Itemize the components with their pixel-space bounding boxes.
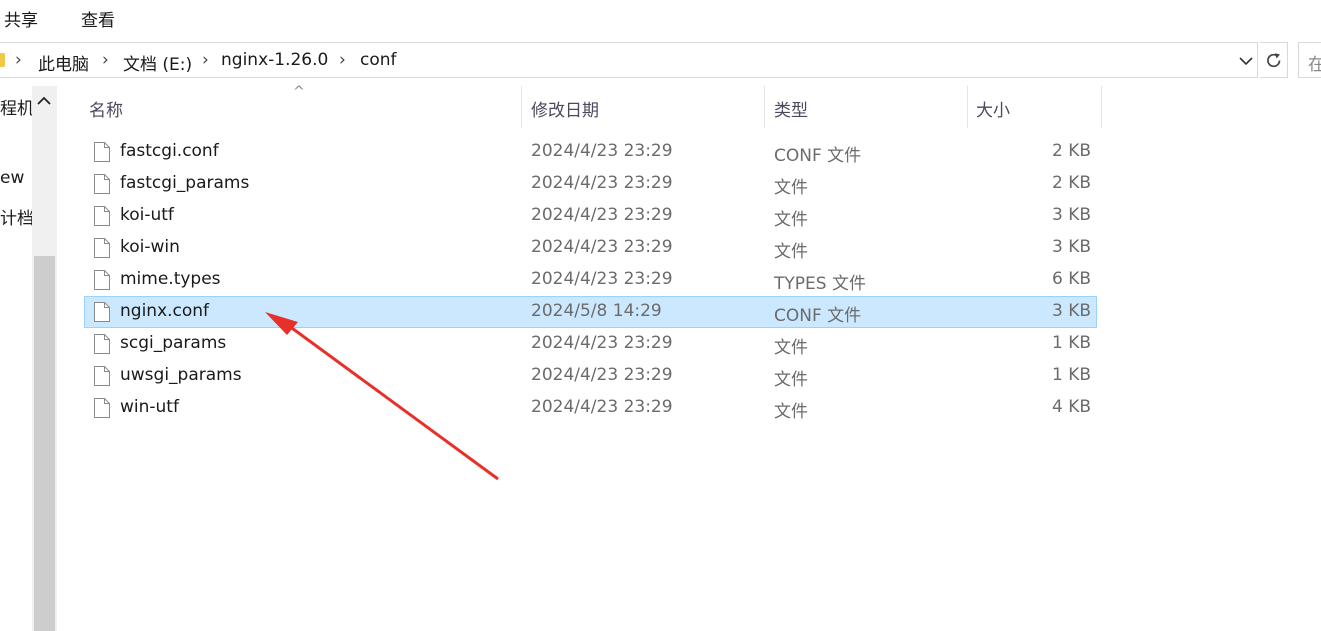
file-name: fastcgi.conf: [120, 141, 219, 161]
column-header-size[interactable]: 大小: [976, 96, 1010, 121]
file-type: 文件: [774, 338, 808, 358]
document-icon: [94, 238, 110, 258]
nav-scrollbar-thumb[interactable]: [34, 256, 55, 631]
file-row[interactable]: uwsgi_params 2024/4/23 23:29 文件 1 KB: [84, 360, 1097, 392]
nav-scrollbar[interactable]: [32, 86, 57, 631]
file-row[interactable]: mime.types 2024/4/23 23:29 TYPES 文件 6 KB: [84, 264, 1097, 296]
file-name: koi-utf: [120, 205, 174, 225]
file-type: 文件: [774, 210, 808, 230]
chevron-right-icon[interactable]: ›: [339, 50, 346, 70]
column-header-name[interactable]: 名称: [89, 96, 123, 121]
file-type: TYPES 文件: [774, 274, 866, 294]
breadcrumb-conf-folder[interactable]: conf: [360, 50, 397, 70]
file-modified-date: 2024/4/23 23:29: [531, 269, 673, 289]
file-name: koi-win: [120, 237, 180, 257]
file-size: 3 KB: [1051, 205, 1091, 225]
sort-ascending-icon: ^: [293, 84, 305, 100]
nav-item-2[interactable]: ew: [0, 168, 32, 188]
file-size: 3 KB: [1051, 301, 1091, 321]
chevron-right-icon[interactable]: ›: [202, 50, 209, 70]
address-bar[interactable]: › 此电脑 › 文档 (E:) › nginx-1.26.0 › conf: [0, 42, 1258, 78]
search-placeholder: 在: [1308, 55, 1321, 75]
column-header-type[interactable]: 类型: [774, 96, 808, 121]
column-divider[interactable]: [764, 86, 765, 128]
file-size: 4 KB: [1051, 397, 1091, 417]
file-name: win-utf: [120, 397, 179, 417]
file-name: uwsgi_params: [120, 365, 242, 385]
refresh-button[interactable]: [1260, 42, 1288, 78]
file-name: mime.types: [120, 269, 221, 289]
file-row[interactable]: fastcgi.conf 2024/4/23 23:29 CONF 文件 2 KB: [84, 136, 1097, 168]
file-modified-date: 2024/4/23 23:29: [531, 237, 673, 257]
document-icon: [94, 366, 110, 386]
ribbon-menu: 共享 查看: [0, 0, 1321, 36]
file-row[interactable]: koi-utf 2024/4/23 23:29 文件 3 KB: [84, 200, 1097, 232]
document-icon: [94, 174, 110, 194]
file-size: 3 KB: [1051, 237, 1091, 257]
file-row[interactable]: fastcgi_params 2024/4/23 23:29 文件 2 KB: [84, 168, 1097, 200]
chevron-right-icon[interactable]: ›: [15, 50, 22, 70]
file-name: scgi_params: [120, 333, 227, 353]
file-row[interactable]: win-utf 2024/4/23 23:29 文件 4 KB: [84, 392, 1097, 424]
file-size: 2 KB: [1051, 141, 1091, 161]
chevron-up-icon[interactable]: [35, 92, 53, 110]
column-divider[interactable]: [967, 86, 968, 128]
breadcrumb-nginx-folder[interactable]: nginx-1.26.0: [221, 50, 328, 70]
file-list: ^ 名称 修改日期 类型 大小 fastcgi.conf 2024/4/23 23…: [82, 84, 1112, 631]
file-modified-date: 2024/4/23 23:29: [531, 205, 673, 225]
file-size: 1 KB: [1051, 365, 1091, 385]
column-divider[interactable]: [521, 86, 522, 128]
ribbon-tab-view[interactable]: 查看: [81, 6, 115, 31]
file-size: 1 KB: [1051, 333, 1091, 353]
file-row[interactable]: scgi_params 2024/4/23 23:29 文件 1 KB: [84, 328, 1097, 360]
file-type: 文件: [774, 178, 808, 198]
file-row[interactable]: nginx.conf 2024/5/8 14:29 CONF 文件 3 KB: [84, 296, 1097, 328]
breadcrumb-drive[interactable]: 文档 (E:): [123, 50, 192, 75]
file-name: nginx.conf: [120, 301, 210, 321]
document-icon: [94, 206, 110, 226]
file-type: CONF 文件: [774, 306, 862, 326]
search-input[interactable]: 在: [1298, 42, 1321, 78]
column-divider[interactable]: [1101, 86, 1102, 128]
document-icon: [94, 302, 110, 322]
ribbon-tab-share[interactable]: 共享: [4, 6, 38, 31]
file-modified-date: 2024/4/23 23:29: [531, 141, 673, 161]
file-size: 2 KB: [1051, 173, 1091, 193]
chevron-right-icon[interactable]: ›: [102, 50, 109, 70]
file-modified-date: 2024/5/8 14:29: [531, 301, 662, 321]
document-icon: [94, 398, 110, 418]
breadcrumb-this-pc[interactable]: 此电脑: [38, 50, 89, 75]
navigation-pane: 程机 ew 计档案: [0, 86, 60, 631]
chevron-down-icon[interactable]: [1237, 52, 1255, 70]
folder-icon: [0, 53, 5, 67]
file-type: 文件: [774, 242, 808, 262]
file-modified-date: 2024/4/23 23:29: [531, 397, 673, 417]
nav-item-1[interactable]: 程机: [0, 94, 32, 119]
document-icon: [94, 142, 110, 162]
file-modified-date: 2024/4/23 23:29: [531, 365, 673, 385]
file-type: CONF 文件: [774, 146, 862, 166]
file-type: 文件: [774, 402, 808, 422]
document-icon: [94, 334, 110, 354]
file-row[interactable]: koi-win 2024/4/23 23:29 文件 3 KB: [84, 232, 1097, 264]
refresh-icon: [1267, 53, 1281, 68]
file-modified-date: 2024/4/23 23:29: [531, 173, 673, 193]
column-header-date[interactable]: 修改日期: [531, 96, 599, 121]
document-icon: [94, 270, 110, 290]
address-bar-row: › 此电脑 › 文档 (E:) › nginx-1.26.0 › conf 在: [0, 42, 1321, 80]
file-type: 文件: [774, 370, 808, 390]
file-modified-date: 2024/4/23 23:29: [531, 333, 673, 353]
file-name: fastcgi_params: [120, 173, 250, 193]
nav-item-3[interactable]: 计档案: [0, 204, 32, 229]
file-size: 6 KB: [1051, 269, 1091, 289]
column-headers: ^ 名称 修改日期 类型 大小: [82, 84, 1102, 128]
